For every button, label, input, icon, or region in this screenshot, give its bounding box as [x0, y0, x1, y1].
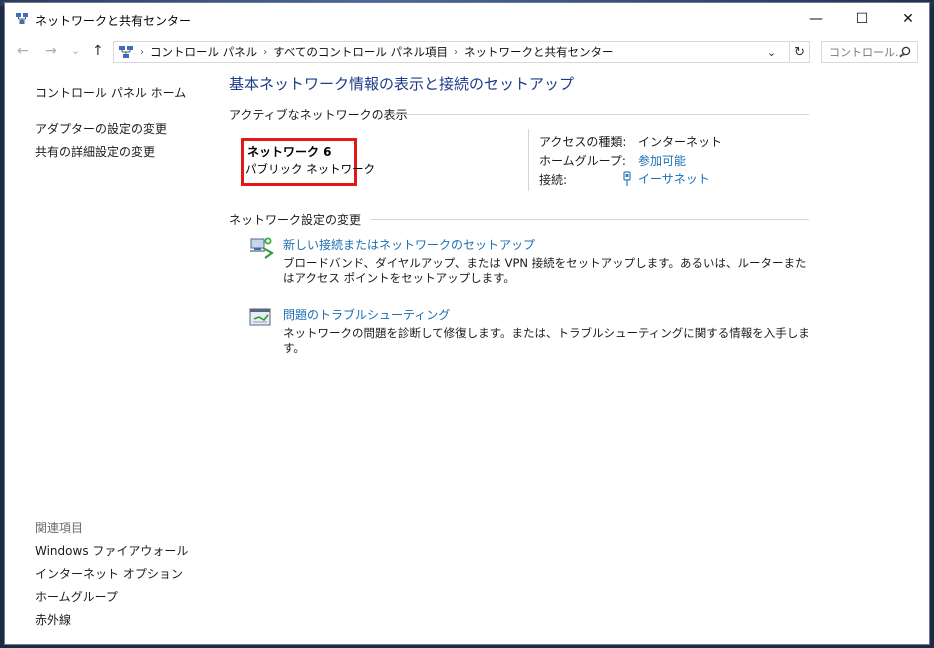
network-name: ネットワーク 6: [247, 145, 332, 159]
address-bar[interactable]: › コントロール パネル › すべてのコントロール パネル項目 › ネットワーク…: [113, 41, 810, 63]
breadcrumb-separator-icon: ›: [454, 46, 459, 58]
section-divider: [391, 114, 809, 115]
homegroup-link[interactable]: 参加可能: [638, 152, 686, 169]
title-bar: ネットワークと共有センター — ☐ ✕: [5, 3, 929, 35]
homegroup-label: ホームグループ:: [539, 154, 626, 168]
change-settings-title: ネットワーク設定の変更: [229, 213, 362, 227]
active-networks-title: アクティブなネットワークの表示: [229, 108, 408, 122]
sidebar-item-adapter-settings[interactable]: アダプターの設定の変更: [35, 120, 167, 137]
troubleshoot-description: ネットワークの問題を診断して修復します。または、トラブルシューティングに関する情…: [283, 326, 810, 355]
sidebar-item-control-panel-home[interactable]: コントロール パネル ホーム: [35, 84, 186, 101]
close-button[interactable]: ✕: [885, 3, 931, 35]
access-type-label: アクセスの種類:: [539, 135, 627, 149]
related-item-infrared[interactable]: 赤外線: [35, 611, 71, 628]
breadcrumb-separator-icon: ›: [263, 46, 268, 58]
window-title: ネットワークと共有センター: [35, 14, 192, 28]
recent-locations-dropdown[interactable]: ⌄: [71, 44, 80, 57]
related-item-homegroup[interactable]: ホームグループ: [35, 588, 118, 605]
search-input[interactable]: コントロール...: [821, 41, 918, 63]
troubleshoot-link[interactable]: 問題のトラブルシューティング: [283, 306, 450, 323]
search-icon: [899, 46, 911, 58]
breadcrumb-all-items[interactable]: すべてのコントロール パネル項目: [273, 44, 448, 60]
related-item-firewall[interactable]: Windows ファイアウォール: [35, 542, 188, 559]
page-title: 基本ネットワーク情報の表示と接続のセットアップ: [229, 75, 575, 93]
navigation-bar: ← → ⌄ ↑ › コントロール パネル › すべてのコントロール パネル項目 …: [5, 37, 929, 67]
setup-new-connection-link[interactable]: 新しい接続またはネットワークのセットアップ: [283, 236, 535, 253]
troubleshoot-icon: [249, 308, 271, 326]
related-item-internet-options[interactable]: インターネット オプション: [35, 565, 183, 582]
address-dropdown-icon[interactable]: ⌄: [767, 46, 776, 59]
breadcrumb-network-center[interactable]: ネットワークと共有センター: [464, 44, 614, 60]
back-arrow-icon[interactable]: ←: [17, 43, 29, 59]
refresh-button[interactable]: ↻: [789, 42, 809, 62]
ethernet-icon: [623, 170, 631, 186]
connection-label: 接続:: [539, 173, 568, 187]
related-title: 関連項目: [35, 521, 84, 535]
new-connection-icon: [250, 237, 274, 259]
up-arrow-icon[interactable]: ↑: [92, 43, 104, 59]
ethernet-connection-link[interactable]: イーサネット: [621, 170, 710, 187]
maximize-button[interactable]: ☐: [839, 3, 885, 35]
forward-arrow-icon[interactable]: →: [45, 43, 57, 59]
access-type-value: インターネット: [638, 135, 723, 149]
minimize-button[interactable]: —: [793, 3, 839, 35]
setup-new-connection-description: ブロードバンド、ダイヤルアップ、または VPN 接続をセットアップします。あるい…: [283, 256, 807, 285]
sidebar-item-advanced-sharing[interactable]: 共有の詳細設定の変更: [35, 143, 155, 160]
connection-value: イーサネット: [638, 172, 710, 186]
vertical-divider: [528, 129, 529, 191]
breadcrumb-control-panel[interactable]: コントロール パネル: [150, 44, 257, 60]
network-type: パブリック ネットワーク: [245, 162, 376, 176]
search-placeholder: コントロール...: [829, 46, 906, 59]
network-icon: [16, 13, 28, 24]
network-icon: [119, 46, 133, 58]
section-divider: [371, 219, 809, 220]
network-sharing-center-window: ネットワークと共有センター — ☐ ✕ ← → ⌄ ↑ › コントロール パネル…: [4, 2, 930, 645]
breadcrumb-separator-icon: ›: [140, 46, 144, 58]
